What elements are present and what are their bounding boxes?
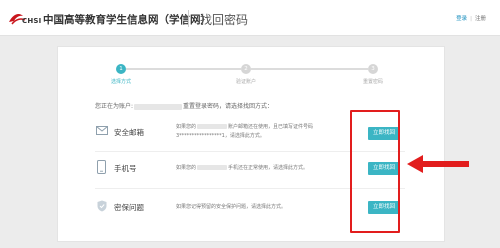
link-separator: |: [470, 16, 472, 22]
option-question-desc: 如果您记得预留的安全保护问题，请选择此方式。: [176, 203, 346, 212]
option-phone-desc-suffix: 手机还在正常使用，请选择此方式。: [228, 165, 309, 171]
phone-icon: [97, 160, 106, 174]
option-phone-name: 手机号: [114, 164, 137, 173]
top-links: 登录 | 注册: [456, 14, 486, 22]
top-header: CHSI 中国高等教育学生信息网（学信网） 找回密码 登录 | 注册: [0, 0, 500, 36]
option-email-name: 安全邮箱: [114, 128, 144, 137]
site-title: 中国高等教育学生信息网（学信网）: [43, 14, 211, 26]
option-email-desc: 如果您的 账户邮箱还在使用，且已填写证件号码 3*****************…: [176, 123, 346, 141]
masked-phone: [197, 165, 228, 170]
step-1-label: 选择方式: [110, 79, 131, 85]
register-link[interactable]: 注册: [475, 16, 486, 22]
option-question-name: 密保问题: [114, 203, 144, 212]
step-connector-1: [126, 68, 241, 70]
masked-account: [134, 103, 183, 110]
masked-email: [197, 124, 228, 129]
option-email-desc-suffix: 账户邮箱还在使用，且已填写证件号码: [228, 124, 314, 130]
login-link[interactable]: 登录: [456, 16, 467, 22]
intro-suffix: 重置登录密码，请选择找回方式：: [183, 103, 274, 110]
step-3-circle: 3: [368, 64, 378, 74]
shield-icon: [97, 200, 107, 212]
option-question-desc-text: 如果您记得预留的安全保护问题，请选择此方式。: [176, 204, 287, 210]
step-connector-2: [251, 68, 368, 70]
option-email-desc-prefix: 如果您的: [176, 124, 197, 130]
step-2-circle: 2: [241, 64, 251, 74]
mail-icon: [96, 126, 108, 135]
highlight-arrow-icon: [407, 155, 469, 173]
header-divider: [188, 10, 189, 27]
option-phone-desc-prefix: 如果您的: [176, 165, 197, 171]
option-email-desc-line2: 3*****************1，请选择此方式。: [176, 133, 265, 139]
highlight-box: [350, 110, 400, 233]
step-3-label: 重置密码: [362, 79, 383, 85]
brand-abbreviation: CHSI: [22, 17, 42, 25]
step-2-label: 验证账户: [235, 79, 256, 85]
intro-text: 您正在为账户: 重置登录密码，请选择找回方式：: [95, 101, 273, 110]
page-title: 找回密码: [200, 13, 249, 27]
option-phone-desc: 如果您的 手机还在正常使用，请选择此方式。: [176, 164, 346, 173]
intro-prefix: 您正在为账户:: [95, 103, 134, 110]
step-1-circle: 1: [116, 64, 126, 74]
